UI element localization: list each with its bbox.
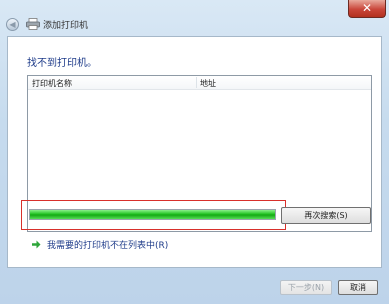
printer-icon — [26, 18, 40, 30]
printer-not-listed-link[interactable]: 我需要的打印机不在列表中(R) — [32, 238, 168, 251]
next-button[interactable]: 下一步(N) — [280, 280, 332, 295]
progress-highlight — [21, 200, 286, 230]
progress-fill — [30, 210, 275, 219]
back-button[interactable]: ◀ — [6, 17, 19, 31]
content-panel: 找不到打印机。 打印机名称 地址 再次搜索(S) 我需要的打印机不在列表中(R) — [7, 36, 382, 268]
printer-not-listed-label[interactable]: 我需要的打印机不在列表中(R) — [47, 238, 168, 251]
column-divider[interactable] — [196, 77, 197, 88]
cancel-button[interactable]: 取消 — [338, 280, 378, 295]
add-printer-window: ✕ ◀ 添加打印机 找不到打印机。 打印机名称 地址 再次搜索(S) 我需要的打… — [0, 0, 389, 304]
title-bar: ✕ ◀ 添加打印机 — [0, 0, 389, 31]
column-header-address[interactable]: 地址 — [200, 78, 216, 89]
search-progress-bar — [29, 209, 276, 220]
button-bar: 下一步(N) 取消 — [7, 268, 382, 298]
close-icon: ✕ — [361, 1, 373, 15]
title-nav: ◀ 添加打印机 — [6, 16, 88, 32]
green-arrow-icon — [32, 240, 41, 249]
close-button[interactable]: ✕ — [348, 0, 386, 18]
back-arrow-icon: ◀ — [9, 19, 16, 29]
column-header-printer-name[interactable]: 打印机名称 — [32, 78, 72, 89]
search-again-button[interactable]: 再次搜索(S) — [281, 207, 371, 224]
page-heading: 找不到打印机。 — [27, 58, 97, 69]
window-title: 添加打印机 — [43, 20, 89, 31]
list-header: 打印机名称 地址 — [28, 76, 371, 90]
